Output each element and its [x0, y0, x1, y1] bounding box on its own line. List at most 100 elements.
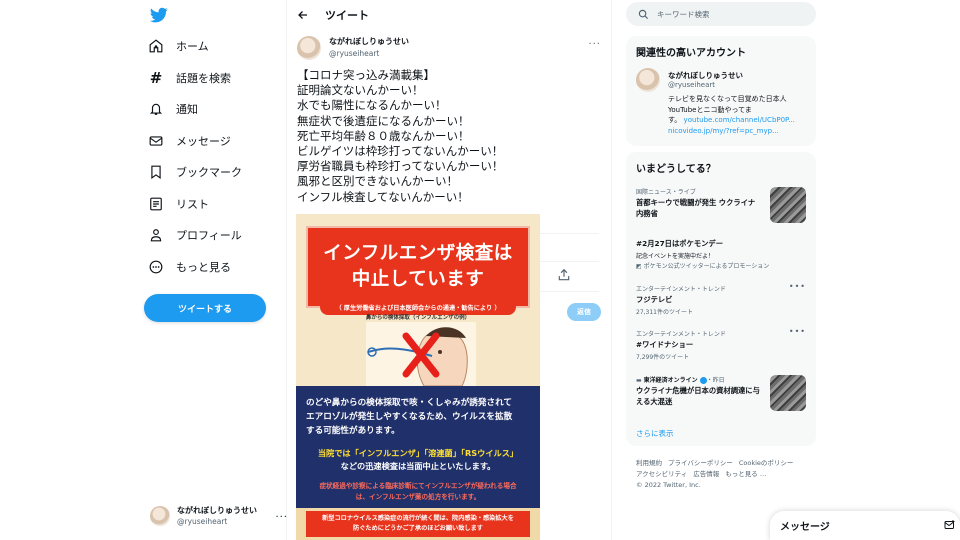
account-switcher[interactable]: ながれぼしりゅうせい @ryuseiheart ...: [150, 503, 287, 529]
trend-time: ・昨日: [706, 377, 725, 384]
footer-link[interactable]: 広告情報: [693, 470, 719, 478]
search-input[interactable]: [657, 9, 797, 19]
account-handle: @ryuseiheart: [177, 517, 228, 526]
poster-notice: 当院では「インフルエンザ」「溶連菌」「RSウイルス」 などの迅速検査は当面中止と…: [296, 447, 540, 473]
poster-headline-line: 中止しています: [351, 269, 485, 290]
bio-line: YouTubeとニコ動やってま: [668, 105, 752, 114]
tweet-button[interactable]: ツイートする: [144, 294, 266, 322]
copyright: © 2022 Twitter, Inc.: [636, 481, 701, 489]
profile-icon: [148, 227, 164, 243]
trend-item[interactable]: #2月27日はポケモンデー 記念イベントを実施中だよ！ ◩ ポケモン公式ツイッタ…: [636, 237, 806, 270]
nav-profile[interactable]: プロフィール: [148, 220, 242, 250]
footer-links: 利用規約 プライバシーポリシー Cookieのポリシー アクセシビリティ 広告情報 もっ…: [636, 458, 816, 491]
nav-bookmarks-label: ブックマーク: [176, 166, 242, 179]
trend-meta: エンターテインメント・トレンド: [636, 331, 726, 338]
footer-link[interactable]: 利用規約: [636, 459, 662, 467]
related-avatar[interactable]: [636, 68, 660, 92]
left-nav: ホーム # 話題を検索 通知 メッセージ ブックマーク リスト プロフィール も…: [140, 0, 287, 540]
trend-count: 27,311件のツイート: [636, 309, 693, 316]
poster-line: エアロゾルが発生しやすくなるため、ウイルスを拡散: [306, 412, 513, 422]
poster-headline: インフルエンザ検査は 中止しています: [306, 226, 530, 308]
author-name: ながれぼしりゅうせい: [329, 37, 409, 46]
verified-badge-icon: [699, 377, 707, 384]
bio-line: す。: [668, 116, 682, 124]
nav-lists[interactable]: リスト: [148, 189, 209, 219]
nav-more[interactable]: もっと見る: [148, 252, 231, 282]
poster-line: などの迅速検査は当面中止といたします。: [340, 461, 496, 471]
promoted-icon: ◩: [636, 263, 644, 270]
poster-caption: 鼻からの検体採取（インフルエンザの例）: [365, 315, 471, 321]
footer-link[interactable]: アクセシビリティ: [636, 470, 687, 478]
poster-footer: 新型コロナウイルス感染症の流行が続く間は、院内感染・感染拡大を 防ぐためにどうか…: [306, 511, 530, 537]
footer-link[interactable]: Cookieのポリシー: [739, 459, 794, 467]
trend-item[interactable]: 国際ニュース・ライブ 首都キーウで戦闘が発生 ウクライナ 内務省: [636, 187, 806, 223]
tweet-more-icon[interactable]: ...: [588, 36, 601, 47]
trend-item[interactable]: エンターテインメント・トレンド #ワイドナショー 7,299件のツイート •••: [636, 327, 806, 361]
trend-item[interactable]: エンターテインメント・トレンド フジテレビ 27,311件のツイート •••: [636, 282, 806, 316]
new-message-icon[interactable]: [944, 519, 956, 531]
nav-explore-label: 話題を検索: [176, 72, 231, 85]
share-icon[interactable]: [557, 268, 571, 282]
poster-line: のどや鼻からの検体採取で咳・くしゃみが誘発されて: [306, 398, 512, 408]
poster-line: 防ぐためにどうかご了承のほどお願い致します: [353, 525, 483, 532]
tweet-line: 風邪と区別できないんかーい！: [297, 174, 458, 189]
right-sidebar: 関連性の高いアカウント ながれぼしりゅうせい @ryuseiheart テレビを…: [626, 0, 816, 540]
nav-messages-label: メッセージ: [176, 135, 231, 148]
trend-item[interactable]: ▬ 東洋経済オンライン ・昨日 ウクライナ危機が日本の資材調達に与 える大混迷: [636, 375, 806, 411]
trend-count: 7,299件のツイート: [636, 354, 690, 361]
nav-home-label: ホーム: [176, 40, 209, 53]
poster-line: する可能性があります。: [306, 426, 400, 436]
reply-button[interactable]: 返信: [567, 303, 601, 321]
account-name: ながれぼしりゅうせい: [177, 506, 257, 515]
trend-thumbnail: [770, 375, 806, 411]
bio-link-nicovideo[interactable]: nicovideo.jp/my/?ref=pc_myp...: [668, 126, 814, 137]
tweet-author[interactable]: ながれぼしりゅうせい @ryuseiheart: [297, 36, 409, 60]
tweet-image[interactable]: インフルエンザ検査は 中止しています （ 厚生労働省および日本医師会からの通達・…: [296, 214, 540, 540]
tweet-line: 死亡平均年齢８０歳なんかーい！: [297, 128, 470, 143]
more-circle-icon: [148, 259, 164, 275]
trend-promoted-text: ポケモン公式ツイッターによるプロモーション: [643, 263, 770, 270]
show-more-link[interactable]: さらに表示: [636, 428, 674, 439]
footer-link[interactable]: プライバシーポリシー: [668, 459, 733, 467]
poster-paragraph: のどや鼻からの検体採取で咳・くしゃみが誘発されて エアロゾルが発生しやすくなるた…: [306, 396, 532, 438]
nav-bookmarks[interactable]: ブックマーク: [148, 157, 242, 187]
author-avatar[interactable]: [297, 36, 321, 60]
poster-headline-line: インフルエンザ検査は: [323, 243, 513, 264]
back-arrow-icon[interactable]: [297, 9, 309, 21]
bio-link-youtube[interactable]: youtube.com/channel/UCbP0P...: [684, 116, 795, 124]
footer-link[interactable]: もっと見る …: [725, 470, 766, 478]
trend-meta: エンターテインメント・トレンド: [636, 286, 726, 293]
related-title: 関連性の高いアカウント: [636, 48, 746, 59]
nav-notifications-label: 通知: [176, 103, 198, 116]
tweet-text: 【コロナ突っ込み満載集】 証明論文ないんかーい！ 水でも陽性になるんかーい！ 無…: [297, 68, 597, 205]
trend-publisher: 東洋経済オンライン: [643, 377, 698, 384]
trend-more-icon[interactable]: •••: [789, 282, 806, 291]
author-handle: @ryuseiheart: [329, 49, 380, 58]
nav-notifications[interactable]: 通知: [148, 94, 198, 124]
poster-line: は、インフルエンザ薬の処方を行います。: [355, 493, 481, 501]
nav-explore[interactable]: # 話題を検索: [148, 63, 231, 93]
poster-line: 症状経過や診察による臨床診断にてインフルエンザが疑われる場合: [319, 482, 517, 490]
avatar: [150, 506, 170, 526]
publisher-icon: ▬: [636, 377, 644, 384]
tweet-line: 厚労省職員も枠珍打ってないんかーい！: [297, 159, 504, 174]
related-bio: テレビを見なくなって目覚めた日本人 YouTubeとニコ動やってま す。 you…: [668, 94, 814, 136]
bio-line: テレビを見なくなって目覚めた日本人: [668, 95, 787, 103]
nav-lists-label: リスト: [176, 198, 209, 211]
nav-home[interactable]: ホーム: [148, 31, 209, 61]
nav-messages[interactable]: メッセージ: [148, 126, 231, 156]
related-handle: @ryuseiheart: [668, 81, 716, 89]
twitter-bird-icon[interactable]: [150, 6, 168, 24]
list-icon: [148, 196, 164, 212]
bell-icon: [148, 101, 164, 117]
tweet-line: 証明論文ないんかーい！: [297, 83, 424, 98]
search-box[interactable]: [626, 2, 816, 26]
trend-title: #ワイドナショー: [636, 340, 694, 349]
tweet-line: 【コロナ突っ込み満載集】: [297, 68, 435, 82]
poster-note: 症状経過や診察による臨床診断にてインフルエンザが疑われる場合 は、インフルエンザ…: [296, 481, 540, 503]
trend-more-icon[interactable]: •••: [789, 327, 806, 336]
main-header: ツイート: [287, 0, 611, 30]
envelope-icon: [148, 133, 164, 149]
trends-card: いまどうしてる？ 国際ニュース・ライブ 首都キーウで戦闘が発生 ウクライナ 内務…: [626, 152, 816, 446]
messages-drawer[interactable]: メッセージ: [770, 511, 960, 540]
